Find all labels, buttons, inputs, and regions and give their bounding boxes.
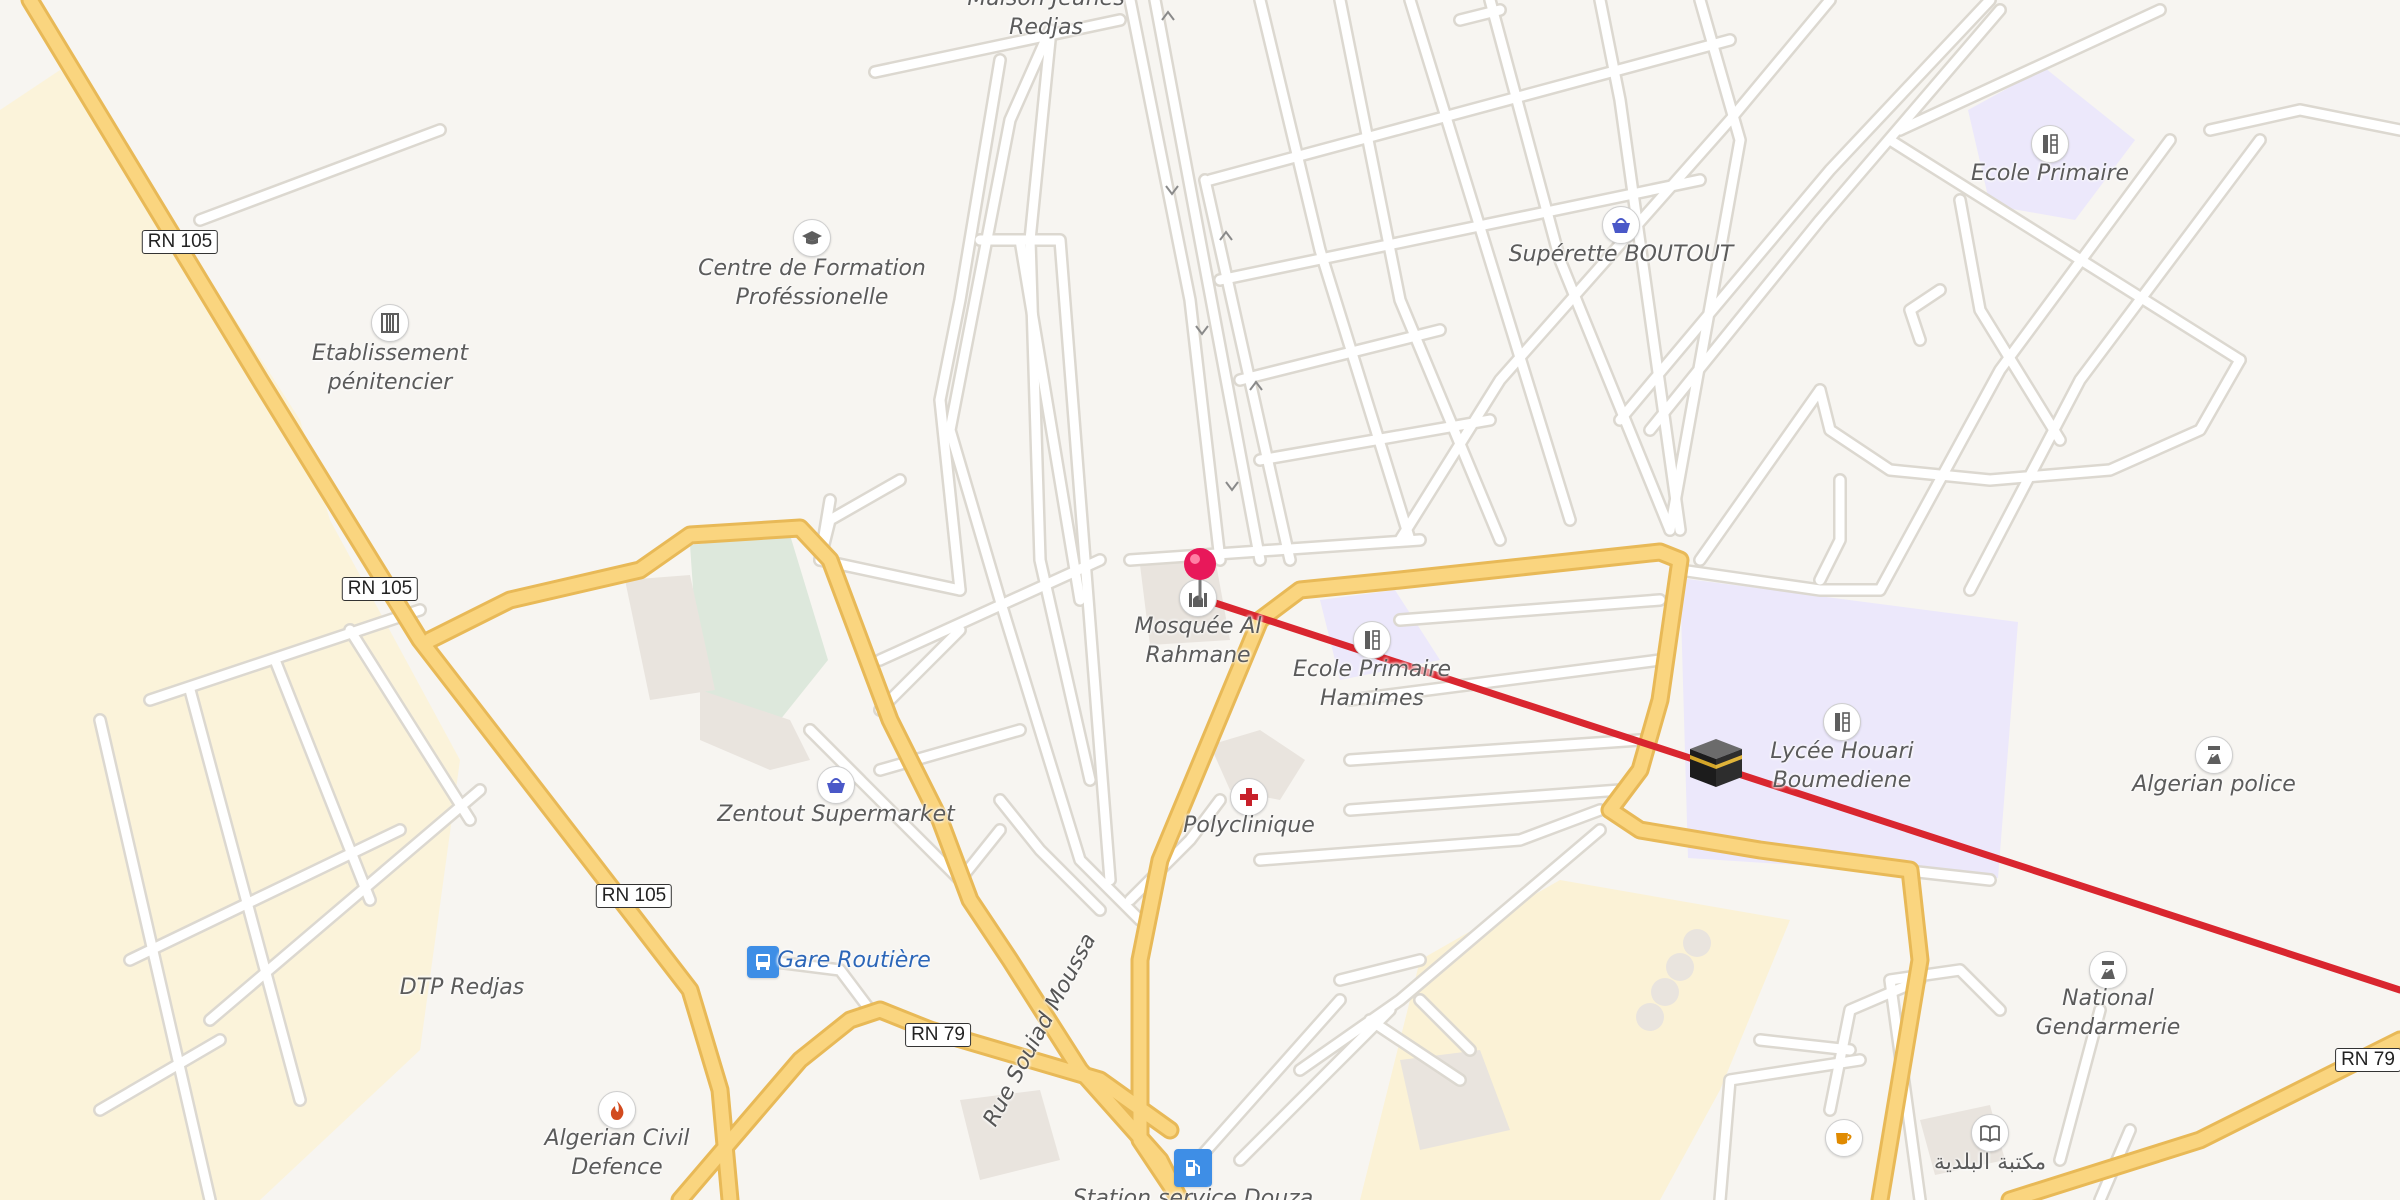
place-label-lycee[interactable]: Lycée Houari Boumediene [1770, 737, 1913, 795]
place-label-algerian-police[interactable]: Algerian police [2132, 770, 2296, 799]
school-icon[interactable] [1353, 621, 1391, 659]
place-label-ecole-primaire[interactable]: Ecole Primaire [1971, 159, 2129, 188]
place-label-bibliotheque[interactable]: مكتبة البلدية [1934, 1148, 2046, 1177]
school-icon[interactable] [2031, 125, 2069, 163]
road-shield-rn105: RN 105 [141, 230, 219, 254]
location-pin-icon[interactable] [1180, 546, 1220, 606]
shopping-basket-icon[interactable] [1602, 206, 1640, 244]
fuel-icon[interactable] [1174, 1149, 1212, 1187]
place-label-gare[interactable]: Gare Routière [777, 946, 931, 975]
bus-icon[interactable] [747, 946, 779, 978]
police-icon[interactable] [2195, 736, 2233, 774]
road-shield-rn79: RN 79 [2335, 1048, 2400, 1072]
place-label-polyclinique[interactable]: Polyclinique [1183, 811, 1315, 840]
place-label-station[interactable]: Station service Douza [1073, 1184, 1313, 1200]
place-label-etablissement[interactable]: Etablissement pénitencier [312, 339, 468, 397]
place-label-mosquee[interactable]: Mosquée Al Rahmane [1134, 612, 1261, 670]
shopping-basket-icon[interactable] [817, 766, 855, 804]
place-label-superette[interactable]: Supérette BOUTOUT [1509, 240, 1734, 269]
graduation-cap-icon[interactable] [793, 219, 831, 257]
place-label-dtp[interactable]: DTP Redjas [400, 973, 524, 1002]
road-shield-rn105: RN 105 [341, 577, 419, 601]
library-icon[interactable] [1971, 1114, 2009, 1152]
prison-icon[interactable] [371, 304, 409, 342]
place-label-zentout[interactable]: Zentout Supermarket [717, 800, 955, 829]
kaaba-icon[interactable] [1686, 733, 1746, 797]
cafe-icon[interactable] [1825, 1119, 1863, 1157]
place-label-ecole-hamimes[interactable]: Ecole Primaire Hamimes [1293, 655, 1451, 713]
road-shield-rn105: RN 105 [595, 884, 673, 908]
place-label-centre-formation[interactable]: Centre de Formation Proféssionelle [698, 254, 926, 312]
place-label-national-gendarmerie[interactable]: National Gendarmerie [2036, 984, 2181, 1042]
school-icon[interactable] [1823, 703, 1861, 741]
place-label-maison-jeunes[interactable]: Maison Jeunes Redjas [967, 0, 1124, 42]
road-shield-rn79: RN 79 [905, 1023, 971, 1047]
place-label-algerian-civil[interactable]: Algerian Civil Defence [545, 1124, 690, 1182]
map-view[interactable]: RN 105 RN 105 RN 105 RN 79 RN 79 Rue Sou… [0, 0, 2400, 1200]
